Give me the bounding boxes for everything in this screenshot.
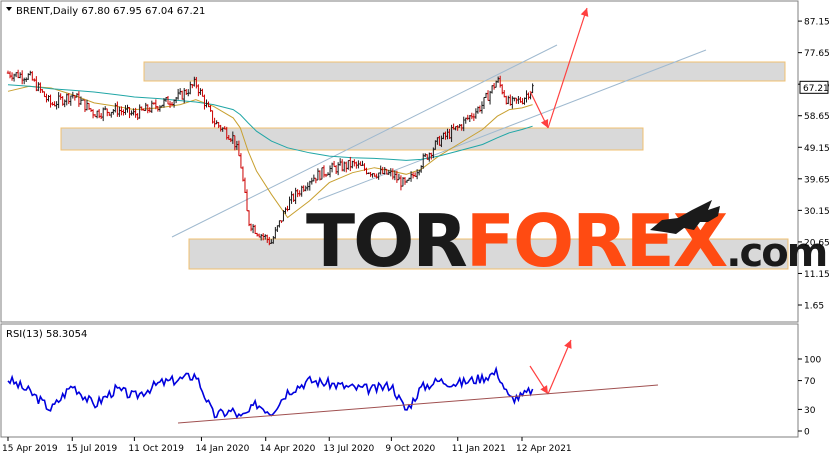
chart-window: TORFOREX.com BRENT,Daily 67.80 67.95 67.… [0,0,838,458]
time-tick-label: 9 Oct 2020 [385,444,435,454]
rsi-axis: 100 70 30 0 [798,356,821,438]
rsi-tick-label: 70 [804,377,816,387]
last-price-tag: 67.21 [799,80,829,94]
time-tick-label: 12 Apr 2021 [516,444,572,454]
rsi-header: RSI(13) 58.3054 [6,329,87,340]
time-tick-label: 14 Jan 2020 [195,444,249,454]
price-tick-label: 1.65 [804,302,824,312]
time-tick-label: 13 Jul 2020 [323,444,374,454]
price-tick-label: 39.65 [804,175,830,185]
symbol-header: BRENT,Daily 67.80 67.95 67.04 67.21 [16,6,205,17]
watermark-forex: FOREX [466,199,728,283]
time-tick-label: 14 Apr 2020 [260,444,316,454]
price-tick-label: 58.65 [804,112,830,122]
price-tick-label: 87.15 [804,18,830,28]
watermark-tor: TOR [306,199,466,283]
price-zone [143,61,786,82]
rsi-tick-label: 30 [804,406,816,416]
chart-canvas[interactable]: TORFOREX.com BRENT,Daily 67.80 67.95 67.… [0,0,838,458]
rsi-frame [0,323,799,438]
price-tick-label: 49.15 [804,144,830,154]
time-tick-label: 11 Oct 2019 [128,444,184,454]
time-axis: 15 Apr 2019 15 Jul 2019 11 Oct 2019 14 Jan … [2,437,572,454]
price-tick-label: 20.65 [804,238,830,248]
time-tick-label: 15 Apr 2019 [2,444,58,454]
price-tick-label: 11.15 [804,270,830,280]
last-price-label: 67.21 [803,84,829,94]
price-tick-label: 30.15 [804,207,830,217]
rsi-tick-label: 100 [804,356,821,366]
time-tick-label: 15 Jul 2019 [66,444,117,454]
price-tick-label: 77.65 [804,49,830,59]
time-tick-label: 11 Jan 2021 [452,444,506,454]
rsi-tick-label: 0 [804,428,810,438]
